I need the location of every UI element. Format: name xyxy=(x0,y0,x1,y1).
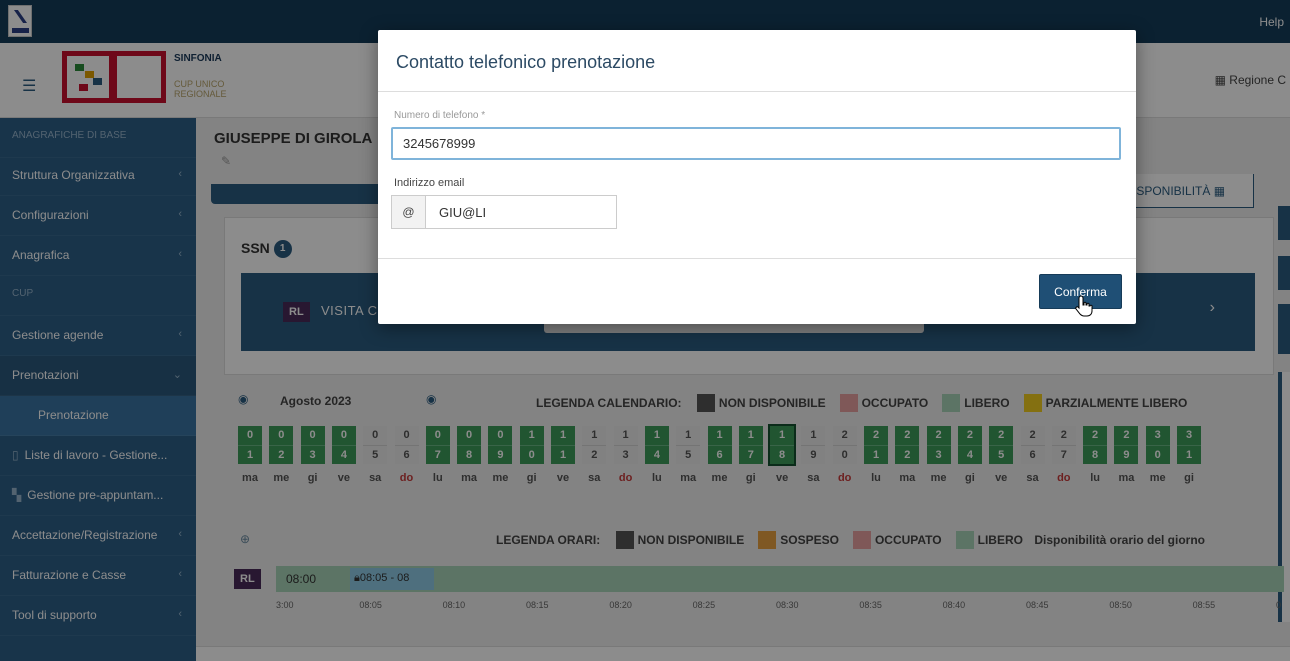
phone-input[interactable] xyxy=(391,127,1121,160)
modal-title: Contatto telefonico prenotazione xyxy=(396,52,656,72)
email-input-group: @ xyxy=(391,195,617,229)
modal-divider xyxy=(378,258,1136,259)
phone-label: Numero di telefono * xyxy=(394,110,486,121)
hand-cursor-icon xyxy=(1075,295,1093,317)
contact-modal: Contatto telefonico prenotazione Numero … xyxy=(378,30,1136,324)
email-input[interactable] xyxy=(427,196,616,228)
email-label: Indirizzo email xyxy=(394,177,465,189)
modal-divider xyxy=(378,91,1136,92)
at-icon: @ xyxy=(392,196,426,228)
